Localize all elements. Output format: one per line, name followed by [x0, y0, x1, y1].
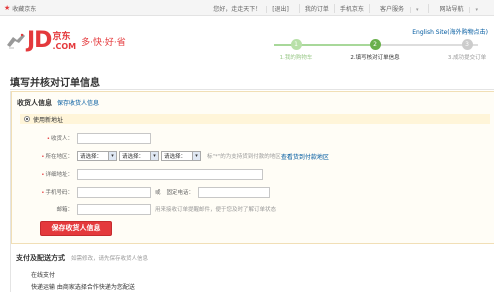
- top-nav: 您好，走走天下！ [退出] 我的订单 手机京东 客户服务 ▾ 网站导航 ▾: [203, 4, 488, 13]
- save-consignee-button[interactable]: 保存收货人信息: [40, 221, 112, 236]
- step-3-label: 3.成功提交订单: [447, 55, 487, 61]
- logo-cn-text: 京东: [52, 32, 71, 42]
- use-new-address-label: 使用新地址: [33, 116, 64, 124]
- english-site-link[interactable]: English Site(海外购物点击): [412, 27, 488, 36]
- consignee-section: 收货人信息 保存收货人信息 使用新地址 •收货人： •所在地区： 请选择： ▾ 请…: [11, 91, 494, 244]
- region-hint: 标"*"的为支持货到付款的地区: [207, 154, 281, 160]
- order-form: 收货人信息 保存收货人信息 使用新地址 •收货人： •所在地区： 请选择： ▾ 请…: [10, 91, 494, 292]
- top-bar: ★ 收藏京东 您好，走走天下！ [退出] 我的订单 手机京东 客户服务 ▾ 网站导航…: [0, 0, 494, 16]
- payment-header: 支付及配送方式 如需修改，请先保存收货人信息: [16, 253, 148, 263]
- payment-method: 在线支付: [31, 272, 56, 279]
- logo-jd-text: JD: [27, 28, 52, 53]
- address-input[interactable]: [77, 168, 263, 180]
- customer-service-menu[interactable]: 客户服务 ▾: [368, 4, 429, 13]
- region-row: •所在地区： 请选择： ▾ 请选择： ▾ 请选择： ▾ 标"*"的为支持货到付款的地区…: [12, 149, 494, 163]
- favorite-link[interactable]: ★ 收藏京东: [4, 4, 37, 14]
- my-orders-link[interactable]: 我的订单: [298, 4, 334, 13]
- chevron-down-icon: ▾: [108, 152, 116, 160]
- region-label: •所在地区：: [41, 154, 73, 160]
- email-label: 邮箱：: [56, 207, 73, 213]
- step-1-label: 1.我的购物车: [279, 55, 313, 61]
- mobile-input[interactable]: [77, 186, 151, 198]
- cod-region-link[interactable]: 查看货到付款地区: [281, 152, 329, 161]
- consignee-name-input[interactable]: [77, 132, 151, 144]
- mobile-label: •手机号码：: [41, 190, 73, 196]
- consignee-title: 收货人信息: [17, 99, 52, 107]
- delivery-method: 快递运输 由商家选择合作快递为您配送: [31, 284, 135, 291]
- save-consignee-link[interactable]: 保存收货人信息: [57, 98, 99, 107]
- chevron-down-icon: ▾: [409, 7, 424, 13]
- use-new-address-radio[interactable]: [24, 116, 30, 122]
- chevron-down-icon: ▾: [469, 7, 483, 13]
- phone-row: •手机号码： 或 固定电话：: [12, 185, 494, 199]
- email-input[interactable]: [77, 203, 151, 215]
- province-select[interactable]: 请选择： ▾: [77, 151, 117, 161]
- progress-step-3: 3 3.成功提交订单: [422, 39, 494, 61]
- logo-text-block: 京东 .COM: [52, 32, 77, 52]
- or-text: 或: [155, 190, 161, 196]
- progress-step-1: 1 1.我的购物车: [251, 39, 341, 61]
- consignee-header: 收货人信息 保存收货人信息: [17, 98, 99, 108]
- checkout-progress: 1 1.我的购物车 2 2.填写核对订单信息 3 3.成功提交订单: [262, 39, 488, 65]
- page-title: 填写并核对订单信息: [10, 78, 100, 89]
- step-3-number: 3: [461, 39, 473, 50]
- email-hint: 用来接收订单提醒邮件，便于您及时了解订单状态: [155, 207, 277, 213]
- site-nav-menu[interactable]: 网站导航 ▾: [428, 4, 488, 13]
- payment-title: 支付及配送方式: [16, 254, 65, 262]
- slogan: 多·快·好·省: [81, 38, 126, 48]
- favorite-label: 收藏京东: [12, 6, 37, 13]
- jd-dog-icon: [7, 33, 25, 49]
- logo-com-text: .COM: [52, 42, 77, 51]
- email-row: 邮箱： 用来接收订单提醒邮件，便于您及时了解订单状态: [12, 202, 494, 216]
- use-new-address-option[interactable]: 使用新地址: [20, 114, 490, 124]
- jd-logo[interactable]: JD 京东 .COM 多·快·好·省: [5, 28, 126, 53]
- chevron-down-icon: ▾: [192, 152, 200, 160]
- address-label: •详细地址：: [41, 172, 73, 178]
- address-row: •详细地址：: [12, 167, 494, 181]
- progress-step-2: 2 2.填写核对订单信息: [330, 39, 420, 61]
- payment-note: 如需修改，请先保存收货人信息: [71, 256, 149, 262]
- phone-label: 固定电话：: [166, 190, 195, 196]
- city-select[interactable]: 请选择： ▾: [119, 151, 159, 161]
- name-row: •收货人：: [12, 131, 494, 145]
- step-1-number: 1: [290, 39, 302, 50]
- district-select[interactable]: 请选择： ▾: [161, 151, 201, 161]
- step-2-number: 2: [369, 39, 381, 50]
- header: JD 京东 .COM 多·快·好·省 English Site(海外购物点击) …: [0, 17, 494, 69]
- star-icon: ★: [4, 4, 11, 12]
- name-label: •收货人：: [46, 136, 73, 142]
- chevron-down-icon: ▾: [150, 152, 158, 160]
- step-2-label: 2.填写核对订单信息: [350, 55, 400, 61]
- landline-input[interactable]: [198, 186, 271, 198]
- mobile-jd-link[interactable]: 手机京东: [333, 4, 369, 13]
- greeting-text: 您好，走走天下！ [退出]: [203, 4, 299, 13]
- logout-link[interactable]: [退出]: [266, 6, 294, 13]
- divider: [10, 89, 494, 90]
